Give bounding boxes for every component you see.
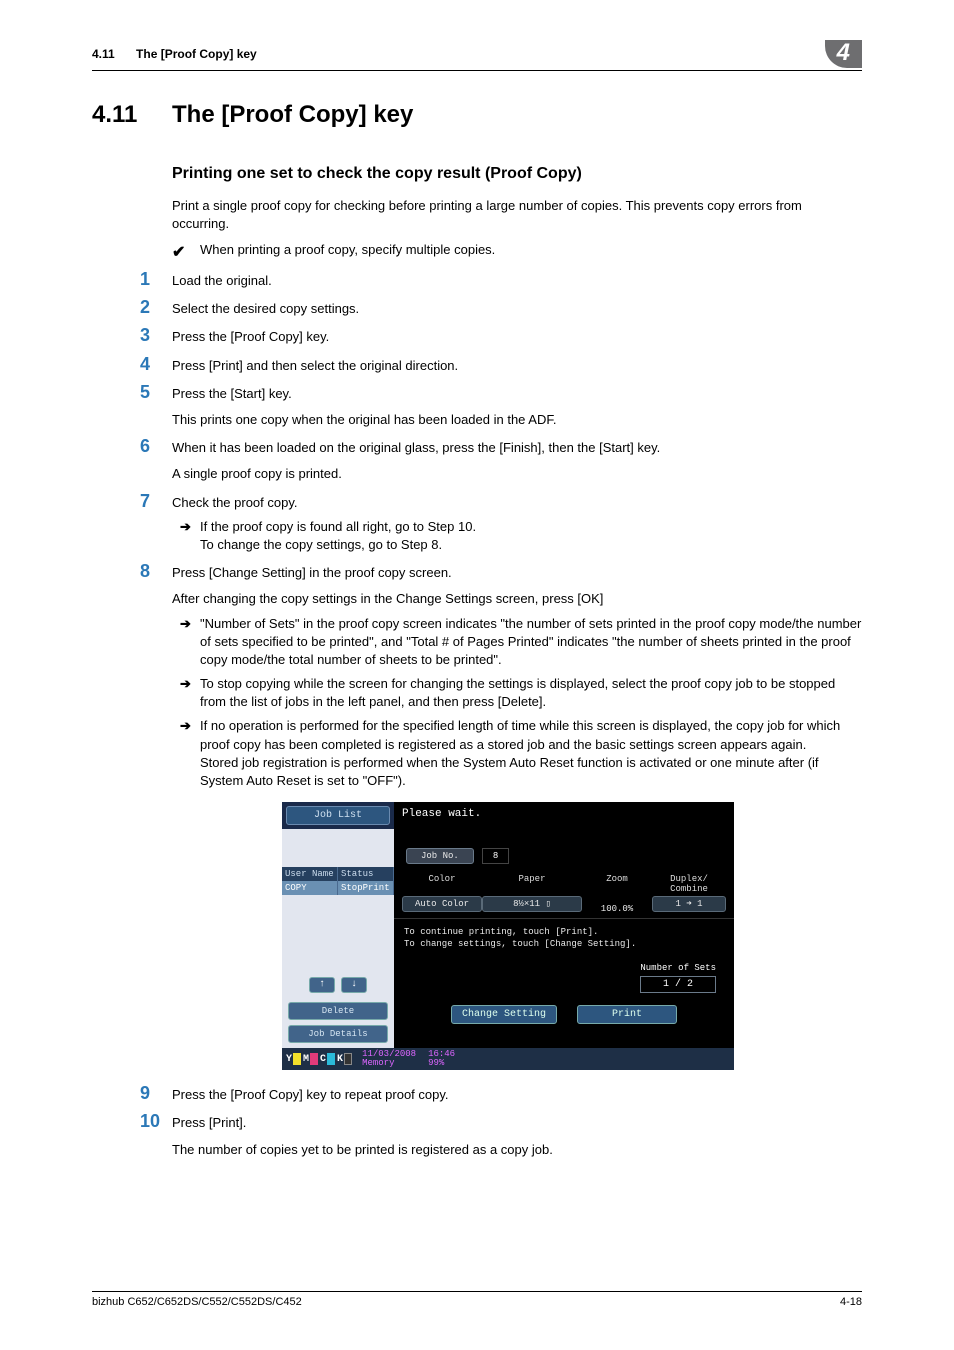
col-duplex: Duplex/ Combine xyxy=(652,874,726,894)
footer-product: bizhub C652/C652DS/C552/C552DS/C452 xyxy=(92,1296,302,1308)
status-message: Please wait. xyxy=(394,802,734,826)
page-footer: bizhub C652/C652DS/C552/C552DS/C452 4-18 xyxy=(92,1291,862,1308)
job-no-label: Job No. xyxy=(406,848,474,864)
val-paper: 8½×11 ▯ xyxy=(482,896,582,912)
toner-c-icon xyxy=(327,1053,335,1065)
toner-y-label: Y xyxy=(286,1054,292,1065)
val-duplex: 1 ➜ 1 xyxy=(652,896,726,912)
step-text: When it has been loaded on the original … xyxy=(172,439,862,457)
val-color: Auto Color xyxy=(402,896,482,912)
num-sets-label: Number of Sets xyxy=(394,963,716,973)
job-list-tab[interactable]: Job List xyxy=(286,806,390,825)
toner-levels: Y M C K xyxy=(286,1053,352,1065)
toner-m-icon xyxy=(310,1053,318,1065)
step-number: 7 xyxy=(140,492,172,553)
instruction-line: To change settings, touch [Change Settin… xyxy=(404,939,724,951)
step-text: Check the proof copy. xyxy=(172,494,862,512)
step-text: Select the desired copy settings. xyxy=(172,300,862,318)
step-subtext: After changing the copy settings in the … xyxy=(172,590,862,608)
step-bullet: "Number of Sets" in the proof copy scree… xyxy=(200,615,862,670)
h1-number: 4.11 xyxy=(92,101,172,129)
scroll-up-button[interactable]: ↑ xyxy=(309,977,335,993)
delete-button[interactable]: Delete xyxy=(288,1002,388,1020)
col-status: Status xyxy=(338,867,394,881)
check-icon: ✔ xyxy=(172,242,200,262)
toner-k-icon xyxy=(344,1053,352,1065)
step-number: 4 xyxy=(140,355,172,373)
step-bullet: If no operation is performed for the spe… xyxy=(200,717,862,790)
scroll-down-button[interactable]: ↓ xyxy=(341,977,367,993)
step-bullet: To stop copying while the screen for cha… xyxy=(200,675,862,711)
note-line: ✔ When printing a proof copy, specify mu… xyxy=(172,242,862,262)
step-number: 6 xyxy=(140,437,172,481)
h1-title: The [Proof Copy] key xyxy=(172,101,413,129)
footer-page: 4-18 xyxy=(840,1296,862,1308)
step-number: 3 xyxy=(140,326,172,344)
step-text: Press the [Proof Copy] key to repeat pro… xyxy=(172,1086,862,1104)
footer-mem-label: Memory xyxy=(362,1059,416,1068)
step-number: 5 xyxy=(140,383,172,427)
chapter-number-tab: 4 xyxy=(825,40,862,68)
step-text: Press [Change Setting] in the proof copy… xyxy=(172,564,862,582)
step-text: Press [Print]. xyxy=(172,1114,862,1132)
step-text: Press the [Start] key. xyxy=(172,385,862,403)
heading-2: Printing one set to check the copy resul… xyxy=(172,165,862,183)
step-subtext: This prints one copy when the original h… xyxy=(172,411,862,429)
print-button[interactable]: Print xyxy=(577,1005,677,1024)
instruction-line: To continue printing, touch [Print]. xyxy=(404,927,724,939)
step-number: 9 xyxy=(140,1084,172,1102)
running-section-number: 4.11 xyxy=(92,47,115,61)
toner-m-label: M xyxy=(303,1054,309,1065)
arrow-icon: ➔ xyxy=(176,615,200,670)
col-user-name: User Name xyxy=(282,867,338,881)
toner-k-label: K xyxy=(337,1054,343,1065)
change-setting-button[interactable]: Change Setting xyxy=(451,1005,557,1024)
step-number: 8 xyxy=(140,562,172,788)
running-section-title: The [Proof Copy] key xyxy=(136,47,257,61)
step-bullet: If the proof copy is found all right, go… xyxy=(200,518,862,554)
arrow-icon: ➔ xyxy=(176,717,200,790)
device-screenshot: Job List User Name Status COPY StopPrint xyxy=(282,802,862,1070)
job-no-value: 8 xyxy=(482,848,509,864)
running-header: 4.11 The [Proof Copy] key 4 xyxy=(92,40,862,71)
toner-c-label: C xyxy=(320,1054,326,1065)
step-number: 2 xyxy=(140,298,172,316)
arrow-icon: ➔ xyxy=(176,518,200,554)
step-number: 1 xyxy=(140,270,172,288)
col-paper: Paper xyxy=(482,874,582,894)
step-text: Press the [Proof Copy] key. xyxy=(172,328,862,346)
step-text: Load the original. xyxy=(172,272,862,290)
note-text: When printing a proof copy, specify mult… xyxy=(200,242,495,262)
val-zoom: 100.0% xyxy=(582,896,652,914)
step-subtext: A single proof copy is printed. xyxy=(172,465,862,483)
footer-mem-value: 99% xyxy=(428,1059,455,1068)
col-color: Color xyxy=(402,874,482,894)
step-subtext: The number of copies yet to be printed i… xyxy=(172,1141,862,1159)
toner-y-icon xyxy=(293,1053,301,1065)
job-user[interactable]: COPY xyxy=(282,881,338,895)
num-sets-value: 1 / 2 xyxy=(640,976,716,993)
col-zoom: Zoom xyxy=(582,874,652,894)
heading-1: 4.11 The [Proof Copy] key xyxy=(92,101,862,129)
arrow-icon: ➔ xyxy=(176,675,200,711)
intro-paragraph: Print a single proof copy for checking b… xyxy=(172,197,862,232)
step-text: Press [Print] and then select the origin… xyxy=(172,357,862,375)
job-status[interactable]: StopPrint xyxy=(338,881,394,895)
job-details-button[interactable]: Job Details xyxy=(288,1025,388,1043)
step-number: 10 xyxy=(140,1112,172,1156)
